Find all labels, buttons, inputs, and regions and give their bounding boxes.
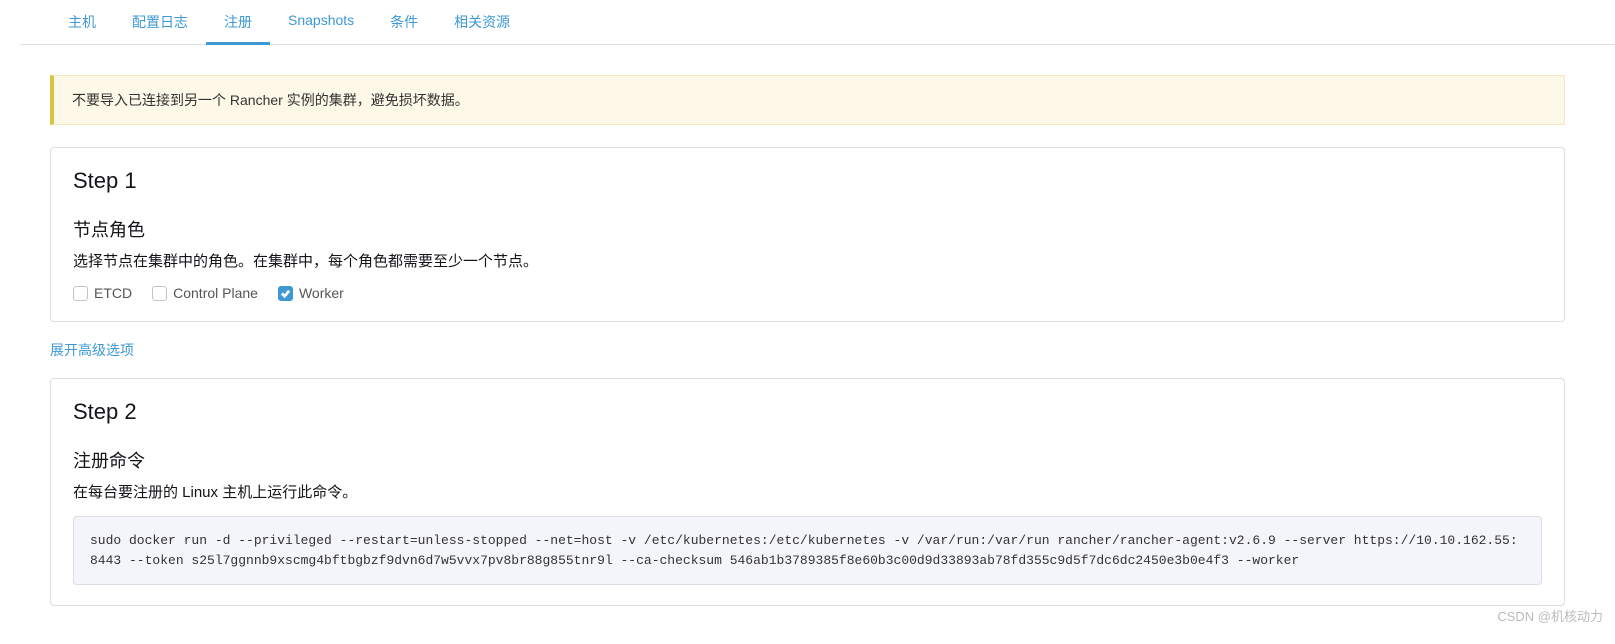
warning-alert: 不要导入已连接到另一个 Rancher 实例的集群，避免损坏数据。 [50, 75, 1565, 125]
step2-section-title: 注册命令 [73, 447, 1542, 473]
role-control-plane[interactable]: Control Plane [152, 285, 258, 301]
main-content: 不要导入已连接到另一个 Rancher 实例的集群，避免损坏数据。 Step 1… [0, 45, 1615, 644]
step2-card: Step 2 注册命令 在每台要注册的 Linux 主机上运行此命令。 sudo… [50, 378, 1565, 606]
alert-text: 不要导入已连接到另一个 Rancher 实例的集群，避免损坏数据。 [72, 92, 469, 108]
role-worker[interactable]: Worker [278, 285, 344, 301]
step2-section-desc: 在每台要注册的 Linux 主机上运行此命令。 [73, 481, 1542, 502]
tab-host[interactable]: 主机 [50, 0, 114, 44]
tab-related[interactable]: 相关资源 [436, 0, 528, 44]
expand-advanced-link[interactable]: 展开高级选项 [50, 340, 134, 360]
role-label: Control Plane [173, 285, 258, 301]
step1-card: Step 1 节点角色 选择节点在集群中的角色。在集群中，每个角色都需要至少一个… [50, 147, 1565, 322]
step1-section-title: 节点角色 [73, 216, 1542, 242]
registration-command[interactable]: sudo docker run -d --privileged --restar… [73, 516, 1542, 585]
watermark: CSDN @机核动力 [1497, 606, 1603, 625]
role-checkbox-row: ETCD Control Plane Worker [73, 285, 1542, 301]
step2-title: Step 2 [73, 399, 1542, 425]
role-label: Worker [299, 285, 344, 301]
step1-section-desc: 选择节点在集群中的角色。在集群中，每个角色都需要至少一个节点。 [73, 250, 1542, 271]
checkbox-icon [278, 286, 293, 301]
role-label: ETCD [94, 285, 132, 301]
role-etcd[interactable]: ETCD [73, 285, 132, 301]
tab-conditions[interactable]: 条件 [372, 0, 436, 44]
checkbox-icon [73, 286, 88, 301]
tab-register[interactable]: 注册 [206, 0, 270, 44]
tab-snapshots[interactable]: Snapshots [270, 0, 372, 44]
tab-config-log[interactable]: 配置日志 [114, 0, 206, 44]
checkbox-icon [152, 286, 167, 301]
step1-title: Step 1 [73, 168, 1542, 194]
tab-bar: 主机 配置日志 注册 Snapshots 条件 相关资源 [20, 0, 1615, 45]
